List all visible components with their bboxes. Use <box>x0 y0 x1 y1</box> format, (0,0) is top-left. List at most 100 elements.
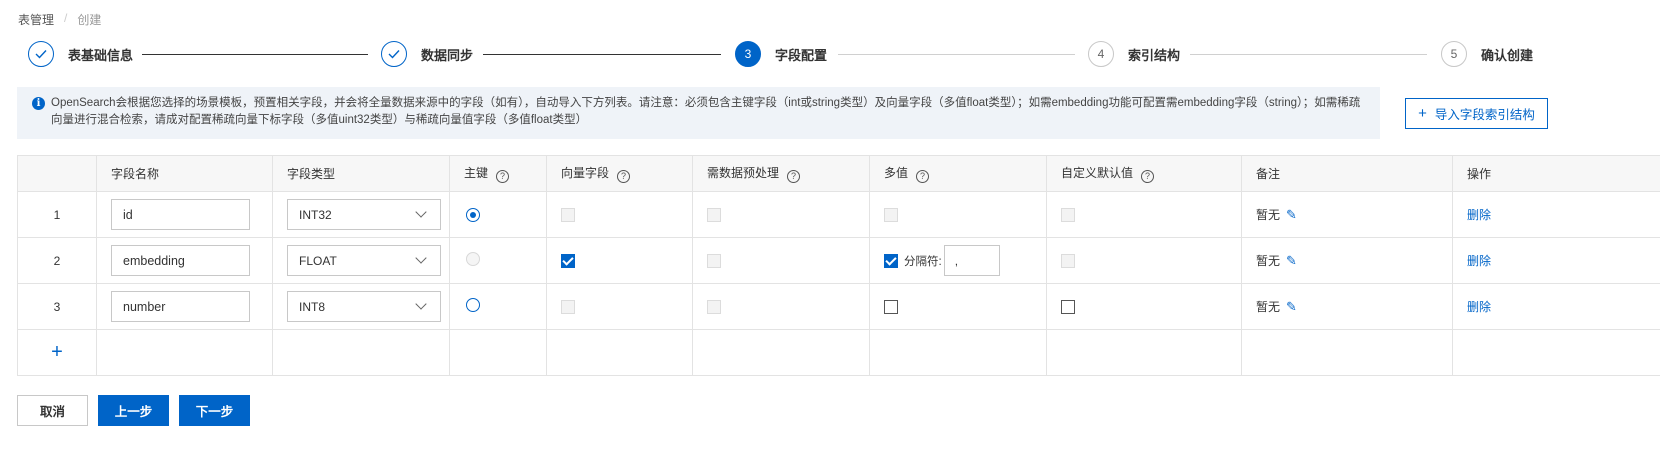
multi-cell: 分隔符: , <box>869 237 1047 284</box>
header-field-type: 字段类型 <box>272 155 450 192</box>
table-header-row: 字段名称 字段类型 主键? 向量字段? 需数据预处理? 多值? 自定义默认值? … <box>17 155 1660 192</box>
step-label: 确认创建 <box>1481 47 1534 63</box>
table-row: 1 id INT32 暂无 ✎ 删除 <box>17 191 1660 238</box>
breadcrumb-root[interactable]: 表管理 <box>18 11 54 28</box>
vector-checkbox[interactable] <box>561 207 575 222</box>
header-multi-value: 多值? <box>869 155 1047 192</box>
primary-key-radio[interactable] <box>466 252 480 266</box>
check-icon <box>381 41 407 67</box>
field-type-select[interactable]: FLOAT <box>287 245 441 276</box>
action-cell: 删除 <box>1452 283 1660 330</box>
delete-link[interactable]: 删除 <box>1467 300 1491 314</box>
step-number: 3 <box>735 41 761 67</box>
field-name-cell: id <box>96 191 273 238</box>
preprocess-cell <box>692 191 870 238</box>
field-name-input[interactable]: id <box>111 199 250 230</box>
field-name-input[interactable]: number <box>111 291 250 322</box>
delete-link[interactable]: 删除 <box>1467 254 1491 268</box>
help-icon[interactable]: ? <box>787 169 801 183</box>
import-button-label: 导入字段索引结构 <box>1434 108 1535 122</box>
field-name-cell: embedding <box>96 237 273 284</box>
step-1: 表基础信息 <box>28 41 133 67</box>
check-icon <box>28 41 54 67</box>
multi-cell <box>869 191 1047 238</box>
info-icon: i <box>32 97 45 110</box>
multi-value-checkbox[interactable] <box>884 207 898 222</box>
add-row-cell: + <box>17 329 97 376</box>
multi-value-checkbox[interactable] <box>884 299 898 314</box>
header-label: 自定义默认值 <box>1061 166 1134 181</box>
step-number: 4 <box>1088 41 1114 67</box>
default-cell <box>1046 283 1242 330</box>
plus-icon: + <box>1418 105 1427 122</box>
breadcrumb: 表管理 / 创建 <box>18 11 101 28</box>
step-label: 索引结构 <box>1128 47 1181 63</box>
primary-key-cell <box>449 237 547 284</box>
import-field-structure-button[interactable]: + 导入字段索引结构 <box>1405 98 1548 129</box>
vector-checkbox[interactable] <box>561 299 575 314</box>
header-preprocess: 需数据预处理? <box>692 155 870 192</box>
vector-cell <box>546 283 693 330</box>
empty-cell <box>1452 329 1660 376</box>
step-connector <box>1190 54 1427 55</box>
step-number: 5 <box>1441 41 1467 67</box>
vector-checkbox[interactable] <box>561 253 575 268</box>
stepper: 表基础信息 数据同步 3 字段配置 4 索引结构 5 确认创建 <box>28 41 1652 69</box>
preprocess-checkbox[interactable] <box>707 299 721 314</box>
step-connector <box>142 54 368 55</box>
separator-input[interactable]: , <box>943 245 1000 276</box>
remark-text: 暂无 <box>1256 254 1281 268</box>
step-label: 数据同步 <box>421 47 474 63</box>
preprocess-checkbox[interactable] <box>707 253 721 268</box>
field-name-input[interactable]: embedding <box>111 245 250 276</box>
add-field-icon[interactable]: + <box>51 341 63 363</box>
default-cell <box>1046 237 1242 284</box>
primary-key-radio[interactable] <box>466 298 480 312</box>
cancel-button[interactable]: 取消 <box>17 395 88 426</box>
select-value: INT8 <box>299 299 326 314</box>
custom-default-checkbox[interactable] <box>1061 299 1075 314</box>
help-icon[interactable]: ? <box>916 169 930 183</box>
chevron-down-icon <box>415 252 427 264</box>
header-label: 向量字段 <box>561 166 610 181</box>
field-type-select[interactable]: INT8 <box>287 291 441 322</box>
info-notice: i OpenSearch会根据您选择的场景模板，预置相关字段，并会将全量数据来源… <box>17 87 1380 139</box>
preprocess-cell <box>692 237 870 284</box>
header-label: 需数据预处理 <box>707 166 780 181</box>
remark-cell: 暂无 ✎ <box>1241 191 1453 238</box>
chevron-down-icon <box>415 206 427 218</box>
field-type-cell: FLOAT <box>272 237 450 284</box>
field-type-select[interactable]: INT32 <box>287 199 441 230</box>
header-action: 操作 <box>1452 155 1660 192</box>
primary-key-radio[interactable] <box>466 208 480 222</box>
custom-default-checkbox[interactable] <box>1061 253 1075 268</box>
empty-cell <box>449 329 547 376</box>
header-label: 多值 <box>884 166 909 181</box>
breadcrumb-current: 创建 <box>77 13 102 27</box>
help-icon[interactable]: ? <box>617 169 631 183</box>
header-index <box>17 155 97 192</box>
pencil-icon[interactable]: ✎ <box>1286 299 1297 315</box>
row-index: 2 <box>17 237 97 284</box>
vector-cell <box>546 191 693 238</box>
primary-key-cell <box>449 191 547 238</box>
empty-cell <box>1046 329 1242 376</box>
help-icon[interactable]: ? <box>1141 169 1155 183</box>
remark-text: 暂无 <box>1256 208 1281 222</box>
field-type-cell: INT8 <box>272 283 450 330</box>
field-type-cell: INT32 <box>272 191 450 238</box>
header-custom-default: 自定义默认值? <box>1046 155 1242 192</box>
preprocess-checkbox[interactable] <box>707 207 721 222</box>
step-3: 3 字段配置 <box>735 41 827 67</box>
pencil-icon[interactable]: ✎ <box>1286 253 1297 269</box>
multi-value-checkbox[interactable] <box>884 253 898 268</box>
custom-default-checkbox[interactable] <box>1061 207 1075 222</box>
delete-link[interactable]: 删除 <box>1467 208 1491 222</box>
help-icon[interactable]: ? <box>496 169 510 183</box>
step-connector <box>838 54 1075 55</box>
prev-step-button[interactable]: 上一步 <box>98 395 169 426</box>
header-remark: 备注 <box>1241 155 1453 192</box>
next-step-button[interactable]: 下一步 <box>179 395 250 426</box>
pencil-icon[interactable]: ✎ <box>1286 207 1297 223</box>
multi-cell <box>869 283 1047 330</box>
